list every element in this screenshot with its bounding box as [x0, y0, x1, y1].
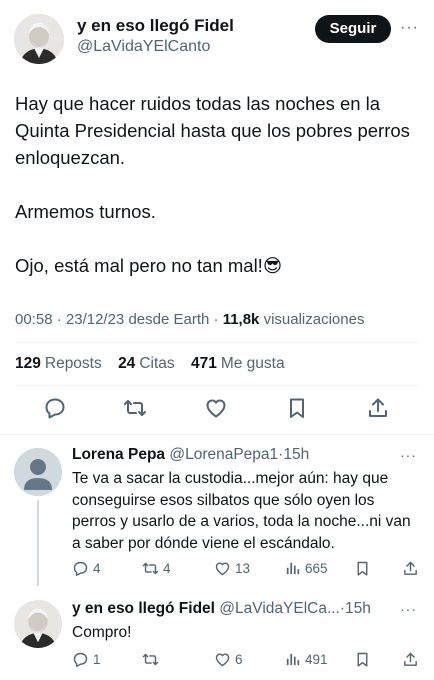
reply-button[interactable]: 4 — [72, 558, 101, 578]
reposts-count: 129 — [15, 355, 41, 372]
share-icon[interactable] — [402, 558, 419, 578]
more-dots-icon[interactable]: ··· — [400, 602, 417, 616]
reply-action-bar: 1 6 491 — [72, 649, 422, 669]
follow-button[interactable]: Seguir — [315, 15, 391, 43]
likes-count: 471 — [190, 355, 217, 372]
repost-button[interactable]: 4 — [142, 558, 171, 578]
share-icon[interactable] — [366, 396, 392, 422]
more-dots-icon[interactable]: ··· — [400, 448, 417, 462]
reposts-stat[interactable]: 129 Reposts — [15, 355, 102, 372]
reply-author-handle[interactable]: @LorenaPepa1 — [169, 446, 278, 463]
share-icon[interactable] — [402, 649, 419, 669]
thread-line — [37, 500, 39, 586]
reply-count: 1 — [93, 651, 101, 667]
tweet-source: desde Earth — [128, 311, 210, 328]
views-count: 665 — [305, 560, 328, 576]
reposts-label: Reposts — [44, 355, 102, 372]
separator: · — [56, 311, 62, 328]
repost-icon[interactable] — [123, 396, 149, 422]
reply-author-name[interactable]: y en eso llegó Fidel — [72, 600, 215, 617]
reply-button[interactable]: 1 — [72, 649, 101, 669]
likes-stat[interactable]: 471 Me gusta — [191, 355, 285, 372]
tweet-paragraph-3: Ojo, está mal pero no tan mal!😎 — [15, 255, 283, 276]
action-bar — [0, 396, 434, 424]
tweet-meta: 00:58 · 23/12/23 desde Earth · 11,8k vis… — [15, 311, 364, 328]
like-count: 6 — [235, 651, 243, 667]
divider — [15, 385, 419, 386]
tweet-paragraph-1: Hay que hacer ruidos todas las noches en… — [15, 93, 410, 168]
divider — [0, 434, 434, 435]
views-count: 11,8k — [222, 311, 260, 328]
divider — [15, 342, 419, 343]
quotes-count: 24 — [118, 355, 136, 372]
repost-button[interactable] — [142, 649, 159, 669]
reply-author-name[interactable]: Lorena Pepa — [72, 446, 165, 463]
reply-count: 4 — [93, 560, 101, 576]
quotes-label: Citas — [139, 355, 175, 372]
reply-time[interactable]: 15h — [283, 446, 309, 463]
avatar[interactable] — [14, 14, 64, 64]
reply-time[interactable]: 15h — [345, 600, 371, 617]
reply-author-handle[interactable]: @LaVidaYElCa... — [219, 600, 340, 617]
bookmark-icon[interactable] — [285, 396, 311, 422]
quotes-stat[interactable]: 24 Citas — [118, 355, 175, 372]
like-button[interactable]: 6 — [214, 649, 243, 669]
views-count: 491 — [305, 651, 328, 667]
reply-action-bar: 4 4 13 665 — [72, 558, 422, 578]
reply-text: Compro! — [72, 624, 132, 641]
more-dots-icon[interactable]: ··· — [400, 20, 419, 36]
views-button[interactable]: 665 — [284, 558, 328, 578]
reply-header: Lorena Pepa @LorenaPepa1·15h — [72, 446, 309, 464]
views-button[interactable]: 491 — [284, 649, 328, 669]
avatar[interactable] — [14, 600, 62, 648]
like-button[interactable]: 13 — [214, 558, 250, 578]
bookmark-icon[interactable] — [354, 649, 371, 669]
author-name[interactable]: y en eso llegó Fidel — [77, 16, 234, 36]
like-count: 13 — [235, 560, 251, 576]
reply-header: y en eso llegó Fidel @LaVidaYElCa...·15h — [72, 600, 371, 618]
tweet-text: Hay que hacer ruidos todas las noches en… — [15, 90, 420, 279]
tweet-paragraph-2: Armemos turnos. — [15, 201, 156, 222]
views-label: visualizaciones — [263, 311, 365, 328]
reply-text: Te va a sacar la custodia...mejor aún: h… — [72, 470, 411, 552]
tweet-date[interactable]: 23/12/23 — [66, 311, 124, 328]
tweet-stats: 129 Reposts 24 Citas 471 Me gusta — [15, 355, 297, 373]
avatar[interactable] — [14, 448, 62, 496]
tweet-time[interactable]: 00:58 — [15, 311, 53, 328]
repost-count: 4 — [163, 560, 171, 576]
separator: · — [213, 311, 219, 328]
like-icon[interactable] — [204, 396, 230, 422]
reply-icon[interactable] — [43, 396, 69, 422]
author-handle[interactable]: @LaVidaYElCanto — [77, 38, 210, 56]
likes-label: Me gusta — [220, 355, 285, 372]
bookmark-icon[interactable] — [354, 558, 371, 578]
tweet-header: y en eso llegó Fidel @LaVidaYElCanto Seg… — [0, 0, 434, 80]
